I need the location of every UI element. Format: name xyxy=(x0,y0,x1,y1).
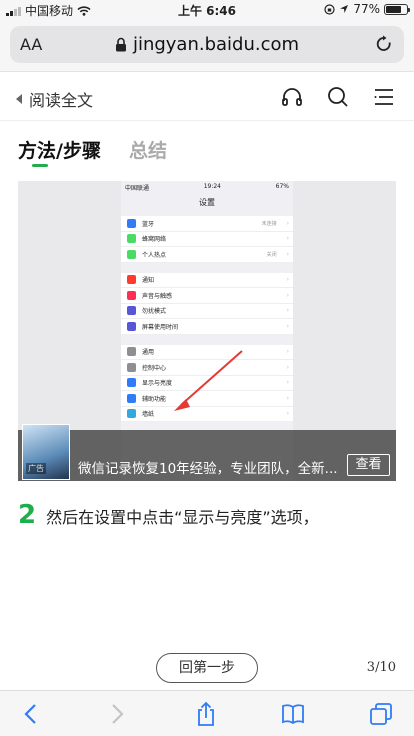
step-number: 2 xyxy=(18,500,37,530)
url-text: jingyan.baidu.com xyxy=(132,34,300,55)
reload-icon[interactable] xyxy=(374,34,394,54)
read-full-button[interactable]: 阅读全文 xyxy=(16,87,93,111)
page-nav: 阅读全文 xyxy=(0,73,414,121)
location-icon xyxy=(340,5,349,13)
step-item: 2 然后在设置中点击“显示与亮度”选项， xyxy=(18,500,319,530)
headphones-icon[interactable] xyxy=(280,85,304,109)
menu-icon[interactable] xyxy=(372,85,396,109)
ad-banner[interactable]: 广告 微信记录恢复10年经验，专业团队，全新... 查看 xyxy=(18,424,396,481)
ad-badge: 广告 xyxy=(26,463,46,474)
browser-toolbar xyxy=(0,690,414,736)
tab-summary[interactable]: 总结 xyxy=(129,136,167,163)
browser-address-area: AA jingyan.baidu.com xyxy=(0,20,414,72)
page-indicator: 3/10 xyxy=(366,660,396,675)
back-icon[interactable] xyxy=(18,701,44,727)
search-icon[interactable] xyxy=(326,85,350,109)
triangle-left-icon xyxy=(16,94,22,104)
tab-method-steps[interactable]: 方法/步骤 xyxy=(18,136,101,167)
read-full-label: 阅读全文 xyxy=(29,91,94,110)
share-icon[interactable] xyxy=(193,701,219,727)
address-bar[interactable]: AA jingyan.baidu.com xyxy=(10,26,404,63)
battery-percent: 77% xyxy=(353,2,380,16)
tabs-icon[interactable] xyxy=(368,701,394,727)
status-bar: 中国移动 上午 6:46 77% xyxy=(0,0,414,20)
rotation-lock-icon xyxy=(324,3,335,15)
back-to-first-step-button[interactable]: 回第一步 xyxy=(156,653,258,683)
forward-icon[interactable] xyxy=(104,701,130,727)
tabs: 方法/步骤 总结 xyxy=(18,136,167,167)
battery-icon xyxy=(384,3,410,15)
lock-icon xyxy=(115,37,126,52)
bookmarks-icon[interactable] xyxy=(280,701,306,727)
step-screenshot: 中国联通 19:24 67% 设置 蓝牙 未连接 › 蜂窝网络 › 个人热点 关闭 › 通知 › 声… xyxy=(18,181,396,481)
step-text: 然后在设置中点击“显示与亮度”选项， xyxy=(46,508,319,527)
ad-text: 微信记录恢复10年经验，专业团队，全新... xyxy=(78,461,338,477)
view-button[interactable]: 查看 xyxy=(347,454,390,476)
